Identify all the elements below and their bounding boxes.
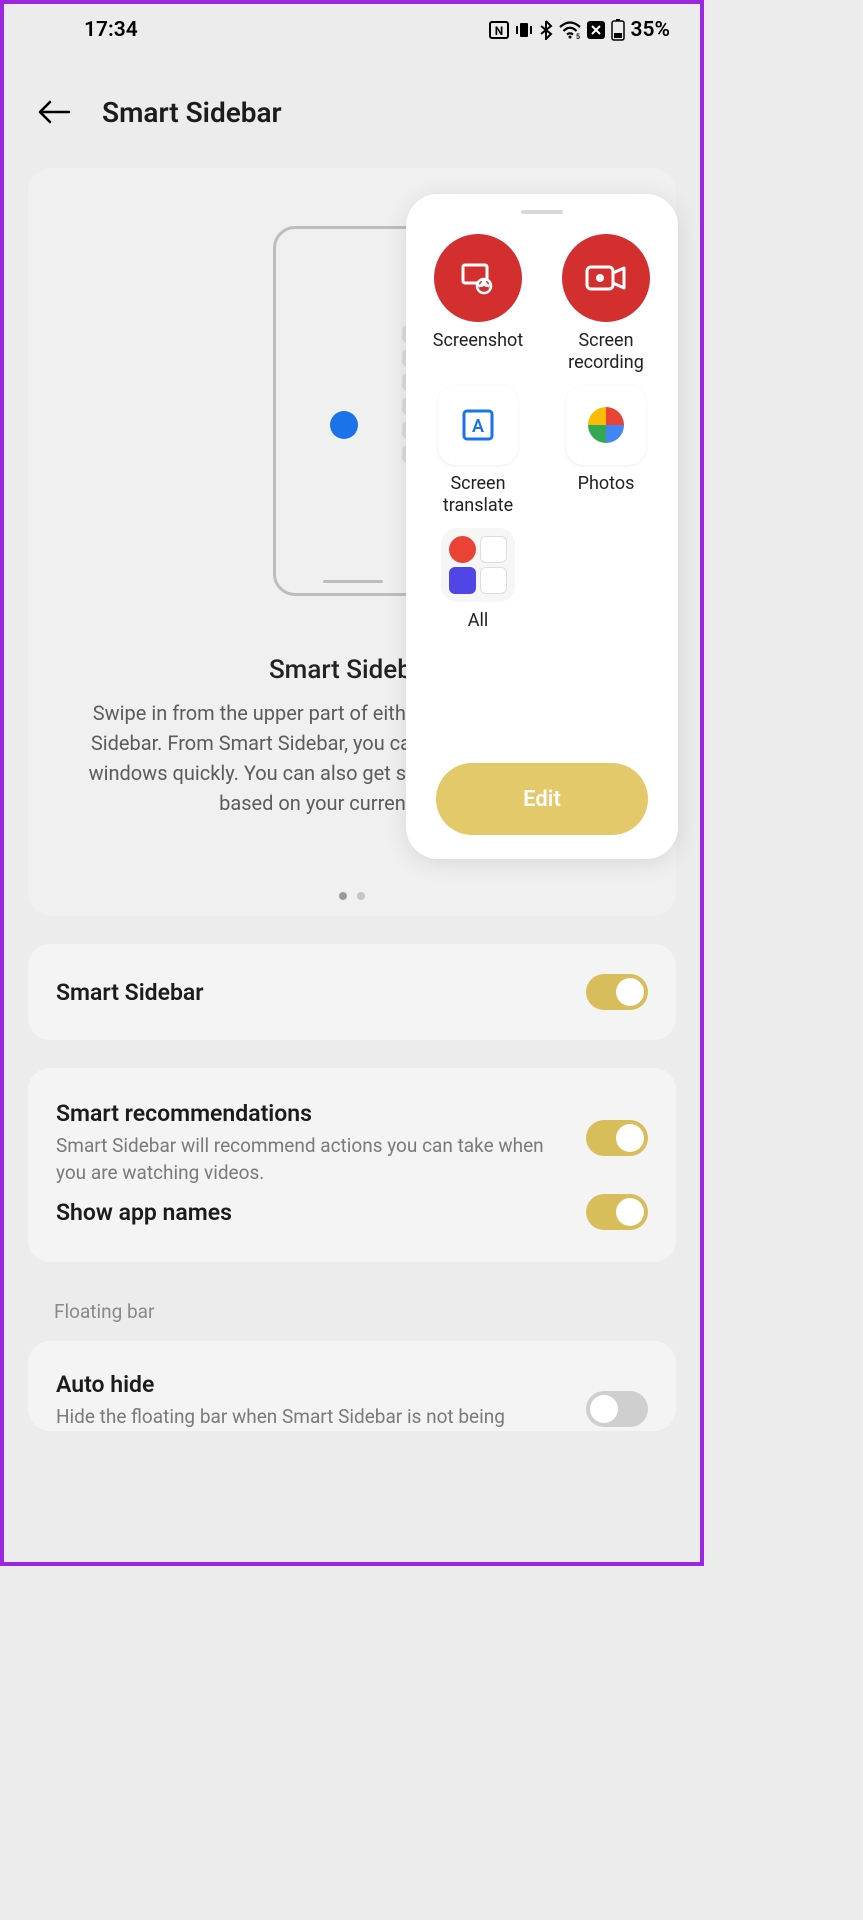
- nfc-icon: N: [489, 21, 509, 39]
- status-bar: 17:34 N 5 35%: [4, 4, 700, 56]
- bluetooth-icon: [539, 20, 553, 40]
- toggle-smart-sidebar[interactable]: [586, 974, 648, 1010]
- screenshot-icon: [434, 234, 522, 322]
- setting-title: Smart Sidebar: [56, 979, 566, 1006]
- vibrate-icon: [515, 21, 533, 39]
- status-time: 17:34: [84, 18, 138, 42]
- screen-translate-icon: A: [438, 385, 518, 465]
- edit-button-label: Edit: [523, 787, 561, 812]
- svg-text:5: 5: [576, 33, 580, 39]
- dnd-icon: [587, 21, 605, 39]
- setting-group-main: Smart Sidebar: [28, 944, 676, 1040]
- setting-row-recommendations[interactable]: Smart recommendations Smart Sidebar will…: [28, 1068, 676, 1192]
- sidebar-item-photos[interactable]: Photos: [546, 385, 666, 516]
- sidebar-item-label: Screen recording: [546, 330, 666, 373]
- svg-text:N: N: [494, 24, 502, 38]
- setting-group-secondary: Smart recommendations Smart Sidebar will…: [28, 1068, 676, 1262]
- setting-group-floating-bar: Auto hide Hide the floating bar when Sma…: [28, 1341, 676, 1431]
- sidebar-item-label: Screen translate: [418, 473, 538, 516]
- page-title: Smart Sidebar: [102, 96, 282, 129]
- setting-description: Smart Sidebar will recommend actions you…: [56, 1133, 566, 1186]
- setting-title: Auto hide: [56, 1371, 566, 1398]
- setting-row-smart-sidebar[interactable]: Smart Sidebar: [28, 944, 676, 1040]
- setting-title: Smart recommendations: [56, 1100, 566, 1127]
- edit-button[interactable]: Edit: [436, 763, 648, 835]
- sidebar-item-screen-translate[interactable]: A Screen translate: [418, 385, 538, 516]
- phone-dot: [330, 411, 358, 439]
- wifi-icon: 5: [559, 21, 581, 39]
- sidebar-item-label: Screenshot: [433, 330, 523, 352]
- toggle-show-app-names[interactable]: [586, 1194, 648, 1230]
- status-icons: N 5 35%: [489, 18, 671, 42]
- sidebar-item-all[interactable]: All: [418, 528, 538, 632]
- sidebar-item-label: All: [468, 610, 489, 632]
- smart-sidebar-panel: Screenshot Screen recording A Screen tra…: [406, 194, 678, 859]
- section-header-floating-bar: Floating bar: [4, 1290, 700, 1341]
- setting-title: Show app names: [56, 1199, 566, 1226]
- setting-row-show-app-names[interactable]: Show app names: [28, 1192, 676, 1262]
- sidebar-item-label: Photos: [578, 473, 635, 495]
- setting-description: Hide the floating bar when Smart Sidebar…: [56, 1404, 566, 1431]
- svg-text:A: A: [472, 416, 484, 437]
- setting-row-auto-hide[interactable]: Auto hide Hide the floating bar when Sma…: [28, 1341, 676, 1431]
- back-button[interactable]: [34, 92, 74, 132]
- sidebar-item-screenshot[interactable]: Screenshot: [418, 234, 538, 373]
- photos-icon: [566, 385, 646, 465]
- header: Smart Sidebar: [4, 56, 700, 168]
- pagination-dots: [339, 892, 365, 900]
- toggle-recommendations[interactable]: [586, 1120, 648, 1156]
- battery-percent: 35%: [631, 18, 671, 42]
- battery-icon: [611, 19, 625, 41]
- screen-recording-icon: [562, 234, 650, 322]
- all-apps-icon: [441, 528, 515, 602]
- toggle-auto-hide[interactable]: [586, 1391, 648, 1427]
- sidebar-item-screen-recording[interactable]: Screen recording: [546, 234, 666, 373]
